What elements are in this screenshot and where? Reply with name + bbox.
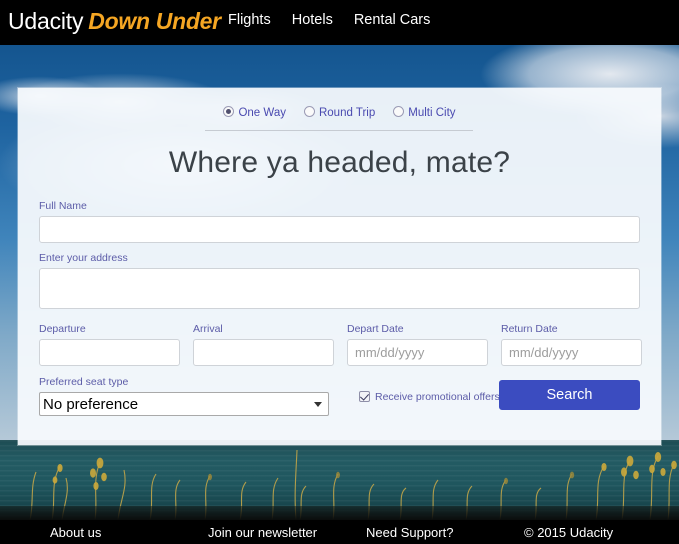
address-label: Enter your address <box>39 252 128 264</box>
footer-support[interactable]: Need Support? <box>366 525 453 540</box>
trip-type-one-way-label: One Way <box>238 107 286 119</box>
top-navigation-bar: Udacity Down Under Flights Hotels Rental Ca… <box>0 0 679 45</box>
promo-checkbox-label: Receive promotional offers? <box>375 391 506 403</box>
address-input[interactable] <box>39 268 640 309</box>
seat-type-select-wrapper: No preference <box>39 392 329 416</box>
return-date-input[interactable] <box>501 339 642 366</box>
seat-type-group: Preferred seat type No preference <box>39 376 329 416</box>
logo-tagline-text: Down Under <box>88 8 221 34</box>
form-bottom-row: Preferred seat type No preference Receiv… <box>39 376 640 416</box>
footer-copyright: © 2015 Udacity <box>524 524 614 540</box>
seat-type-select[interactable]: No preference <box>39 392 329 416</box>
site-footer: About us Join our newsletter Need Suppor… <box>0 520 679 544</box>
depart-date-group: Depart Date <box>347 323 488 366</box>
nav-hotels[interactable]: Hotels <box>292 12 333 28</box>
footer-links: About us Join our newsletter Need Suppor… <box>0 520 679 544</box>
address-group: Enter your address <box>39 252 640 314</box>
radio-one-way-icon[interactable] <box>223 106 235 117</box>
promo-checkbox-row[interactable]: Receive promotional offers? <box>359 391 506 403</box>
nav-rental-cars[interactable]: Rental Cars <box>354 12 431 28</box>
full-name-input[interactable] <box>39 216 640 243</box>
return-date-label: Return Date <box>501 323 558 335</box>
full-name-group: Full Name <box>39 200 640 243</box>
return-date-group: Return Date <box>501 323 642 366</box>
page-title: Where ya headed, mate? <box>168 146 511 179</box>
arrival-input[interactable] <box>193 339 334 366</box>
depart-date-label: Depart Date <box>347 323 404 335</box>
departure-label: Departure <box>39 323 86 335</box>
trip-type-multi-city-label: Multi City <box>408 107 456 119</box>
main-nav-links: Flights Hotels Rental Cars <box>228 12 430 28</box>
trip-type-radio-group: One Way Round Trip Multi City <box>18 106 661 119</box>
search-button[interactable]: Search <box>499 380 640 410</box>
nav-flights[interactable]: Flights <box>228 12 271 28</box>
arrival-group: Arrival <box>193 323 334 366</box>
departure-group: Departure <box>39 323 180 366</box>
trip-type-round-trip-label: Round Trip <box>318 107 376 119</box>
trip-details-row: Departure Arrival Depart Date Return Dat… <box>39 323 642 366</box>
seat-type-label: Preferred seat type <box>39 376 129 388</box>
logo-brand-text: Udacity <box>8 8 84 34</box>
full-name-label: Full Name <box>39 200 87 212</box>
departure-input[interactable] <box>39 339 180 366</box>
site-logo[interactable]: Udacity Down Under <box>8 6 221 36</box>
promo-checkbox-icon[interactable] <box>359 391 370 402</box>
footer-slot-support: Need Support? <box>366 525 524 540</box>
footer-about-us[interactable]: About us <box>50 525 101 540</box>
trip-type-multi-city[interactable]: Multi City <box>393 106 456 119</box>
section-divider <box>205 130 473 131</box>
footer-slot-newsletter: Join our newsletter <box>208 525 366 540</box>
radio-round-trip-icon[interactable] <box>303 106 315 117</box>
shore-shadow <box>0 506 679 520</box>
footer-newsletter[interactable]: Join our newsletter <box>208 525 317 540</box>
flight-search-form: Full Name Enter your address Departure A… <box>39 200 642 416</box>
arrival-label: Arrival <box>193 323 223 335</box>
radio-multi-city-icon[interactable] <box>393 106 405 117</box>
page-root: Udacity Down Under Flights Hotels Rental Ca… <box>0 0 679 544</box>
footer-slot-about: About us <box>50 525 208 540</box>
trip-type-round-trip[interactable]: Round Trip <box>303 106 376 119</box>
trip-type-one-way[interactable]: One Way <box>223 106 286 119</box>
depart-date-input[interactable] <box>347 339 488 366</box>
search-form-panel: One Way Round Trip Multi City Where ya h… <box>18 88 661 445</box>
